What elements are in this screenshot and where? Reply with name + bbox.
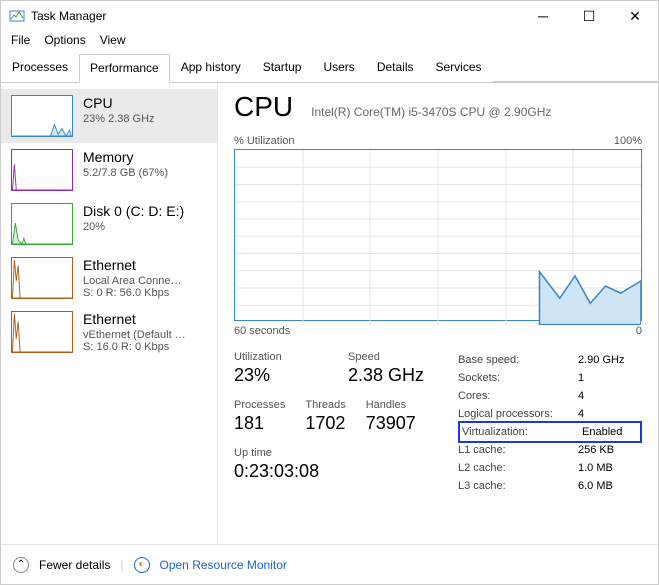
sidebar-item-ethernet-2[interactable]: Ethernet vEthernet (Default … S: 16.0 R:…	[1, 305, 217, 359]
sidebar-item-sub2: S: 16.0 R: 0 Kbps	[83, 341, 186, 353]
sidebar-item-memory[interactable]: Memory 5.2/7.8 GB (67%)	[1, 143, 217, 197]
sidebar-item-sub: vEthernet (Default …	[83, 329, 186, 341]
tab-users[interactable]: Users	[312, 53, 365, 82]
kv-val: 256 KB	[578, 441, 634, 459]
virtualization-row: Virtualization: Enabled	[458, 421, 642, 443]
tab-details[interactable]: Details	[366, 53, 425, 82]
sidebar-item-label: Ethernet	[83, 311, 186, 327]
sidebar-item-sub: Local Area Conne…	[83, 275, 181, 287]
util-max: 100%	[614, 135, 642, 147]
kv-val: 2.90 GHz	[578, 351, 634, 369]
stat-value: 73907	[366, 413, 416, 434]
kv-val: 4	[578, 387, 634, 405]
fewer-details-link[interactable]: Fewer details	[39, 558, 110, 572]
disk-thumb	[11, 203, 73, 245]
kv-key: Cores:	[458, 387, 568, 405]
tab-processes[interactable]: Processes	[1, 53, 79, 82]
stat-label: Up time	[234, 447, 434, 459]
sidebar-item-sub2: S: 0 R: 56.0 Kbps	[83, 287, 181, 299]
stat-label: Threads	[305, 399, 345, 411]
cpu-chart[interactable]	[234, 149, 642, 321]
tab-startup[interactable]: Startup	[252, 53, 313, 82]
stat-label: Speed	[348, 351, 424, 363]
kv-key: Logical processors:	[458, 405, 568, 423]
sidebar-item-label: CPU	[83, 95, 155, 111]
menubar: File Options View	[1, 31, 658, 53]
maximize-button[interactable]: ☐	[566, 1, 612, 31]
tab-services[interactable]: Services	[425, 53, 493, 82]
stat-value: 181	[234, 413, 285, 434]
ethernet-thumb	[11, 257, 73, 299]
stat-label: Handles	[366, 399, 416, 411]
chevron-up-icon[interactable]: ⌃	[13, 557, 29, 573]
sidebar-item-label: Ethernet	[83, 257, 181, 273]
cpu-thumb	[11, 95, 73, 137]
minimize-button[interactable]: ─	[520, 1, 566, 31]
stat-label: Utilization	[234, 351, 324, 363]
sidebar-item-label: Memory	[83, 149, 168, 165]
menu-options[interactable]: Options	[44, 33, 85, 47]
kv-val: Enabled	[582, 423, 638, 441]
stats: Utilization 23% Speed 2.38 GHz Processes…	[234, 351, 642, 495]
stat-value: 0:23:03:08	[234, 461, 434, 482]
kv-val: 6.0 MB	[578, 477, 634, 495]
sidebar-item-ethernet-1[interactable]: Ethernet Local Area Conne… S: 0 R: 56.0 …	[1, 251, 217, 305]
chart-series	[235, 150, 641, 325]
kv-key: Base speed:	[458, 351, 568, 369]
stat-value: 2.38 GHz	[348, 365, 424, 386]
open-resource-monitor-link[interactable]: Open Resource Monitor	[160, 558, 287, 572]
window-title: Task Manager	[31, 9, 106, 23]
tabs: Processes Performance App history Startu…	[1, 53, 658, 83]
sidebar: CPU 23% 2.38 GHz Memory 5.2/7.8 GB (67%)…	[1, 83, 218, 544]
xaxis-right: 0	[636, 325, 642, 337]
tab-app-history[interactable]: App history	[170, 53, 252, 82]
stat-label: Processes	[234, 399, 285, 411]
content: CPU 23% 2.38 GHz Memory 5.2/7.8 GB (67%)…	[1, 83, 658, 544]
kv-val: 1.0 MB	[578, 459, 634, 477]
page-title: CPU	[234, 91, 293, 123]
sidebar-item-label: Disk 0 (C: D: E:)	[83, 203, 184, 219]
stat-value: 23%	[234, 365, 324, 386]
sidebar-item-cpu[interactable]: CPU 23% 2.38 GHz	[1, 89, 217, 143]
cpu-model: Intel(R) Core(TM) i5-3470S CPU @ 2.90GHz	[311, 105, 551, 119]
taskmanager-icon	[9, 8, 25, 24]
kv-key: Sockets:	[458, 369, 568, 387]
menu-view[interactable]: View	[100, 33, 126, 47]
tab-performance[interactable]: Performance	[79, 54, 170, 83]
main-panel: CPU Intel(R) Core(TM) i5-3470S CPU @ 2.9…	[218, 83, 658, 544]
close-button[interactable]: ✕	[612, 1, 658, 31]
bottombar: ⌃ Fewer details | ◐ Open Resource Monito…	[1, 544, 658, 584]
kv-key: L2 cache:	[458, 459, 568, 477]
util-label: % Utilization	[234, 135, 295, 147]
resource-monitor-icon[interactable]: ◐	[134, 557, 150, 573]
kv-val: 4	[578, 405, 634, 423]
titlebar: Task Manager ─ ☐ ✕	[1, 1, 658, 31]
menu-file[interactable]: File	[11, 33, 30, 47]
sidebar-item-sub: 5.2/7.8 GB (67%)	[83, 167, 168, 179]
kv-key: Virtualization:	[462, 423, 572, 441]
sidebar-item-sub: 23% 2.38 GHz	[83, 113, 155, 125]
kv-val: 1	[578, 369, 634, 387]
ethernet-thumb	[11, 311, 73, 353]
xaxis-left: 60 seconds	[234, 325, 290, 337]
kv-key: L3 cache:	[458, 477, 568, 495]
memory-thumb	[11, 149, 73, 191]
kv-key: L1 cache:	[458, 441, 568, 459]
stat-value: 1702	[305, 413, 345, 434]
sidebar-item-sub: 20%	[83, 221, 184, 233]
sidebar-item-disk0[interactable]: Disk 0 (C: D: E:) 20%	[1, 197, 217, 251]
